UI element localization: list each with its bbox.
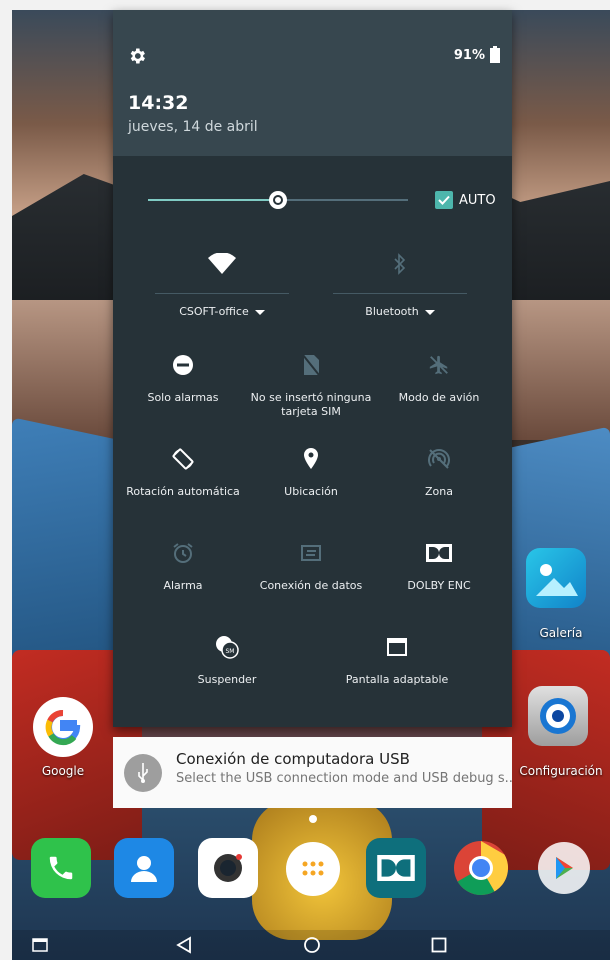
auto-rotate-icon <box>172 448 194 470</box>
chrome-icon <box>454 841 509 896</box>
auto-label: AUTO <box>459 192 496 208</box>
tile-alarm[interactable]: Alarma <box>118 538 248 618</box>
tile-label: Ubicación <box>284 485 338 498</box>
battery-icon <box>490 46 500 63</box>
back-icon[interactable] <box>175 936 193 954</box>
play-store-app[interactable] <box>538 842 590 894</box>
bluetooth-icon <box>394 253 406 275</box>
contacts-app[interactable] <box>114 838 174 898</box>
tile-label: Pantalla adaptable <box>345 673 449 686</box>
shade-header: 91% 14:32 jueves, 14 de abril <box>113 10 512 156</box>
bluetooth-label: Bluetooth <box>365 305 419 318</box>
tile-solo-alarmas[interactable]: Solo alarmas <box>118 350 248 430</box>
gallery-icon <box>536 564 578 596</box>
gallery-app-icon[interactable] <box>526 548 586 608</box>
divider <box>155 293 289 294</box>
wifi-icon <box>208 253 236 274</box>
chevron-down-icon <box>254 309 265 315</box>
auto-brightness-toggle[interactable]: AUTO <box>435 191 496 209</box>
location-icon <box>304 448 318 469</box>
google-icon <box>45 710 81 746</box>
app-drawer-icon <box>302 861 324 876</box>
contacts-icon <box>131 856 157 882</box>
notification-shade: 91% 14:32 jueves, 14 de abril AUTO CSOFT… <box>113 10 512 727</box>
brightness-slider-thumb[interactable] <box>266 188 290 212</box>
chevron-down-icon <box>424 309 435 315</box>
chrome-app[interactable] <box>451 838 511 898</box>
page-indicator <box>309 815 317 823</box>
do-not-disturb-icon <box>173 355 193 375</box>
home-icon[interactable] <box>303 936 321 954</box>
recent-apps-small-icon[interactable] <box>32 938 48 952</box>
dolby-icon <box>426 544 452 562</box>
tile-label: Alarma <box>163 579 203 592</box>
tile-label: No se insertó ninguna tarjeta SIM <box>250 391 372 418</box>
bluetooth-tile[interactable]: Bluetooth <box>333 246 467 332</box>
tile-label: Conexión de datos <box>259 579 363 592</box>
wifi-tile[interactable]: CSOFT-office <box>155 246 289 332</box>
sleep-icon: SM <box>216 636 239 659</box>
airplane-icon <box>429 355 448 375</box>
notification-body: Select the USB connection mode and USB d… <box>176 771 513 786</box>
tile-adaptive-display[interactable]: Pantalla adaptable <box>332 632 462 712</box>
no-sim-icon <box>302 354 320 376</box>
phone-icon <box>49 856 73 880</box>
overview-icon[interactable] <box>431 937 447 953</box>
tile-location[interactable]: Ubicación <box>246 444 376 524</box>
battery-status: 91% <box>453 46 500 63</box>
settings-icon <box>540 698 576 734</box>
tile-label: DOLBY ENC <box>407 579 471 592</box>
usb-notification[interactable]: Conexión de computadora USB Select the U… <box>113 737 513 808</box>
tile-data-connection[interactable]: Conexión de datos <box>246 538 376 618</box>
phone-app[interactable] <box>31 838 91 898</box>
brightness-fill <box>148 199 278 201</box>
tile-sleep[interactable]: SM Suspender <box>162 632 292 712</box>
tile-airplane-mode[interactable]: Modo de avión <box>374 350 504 430</box>
app-label-google: Google <box>41 764 85 778</box>
bluetooth-dropdown[interactable]: Bluetooth <box>333 305 467 318</box>
divider <box>333 293 467 294</box>
gear-icon[interactable] <box>127 46 147 66</box>
dolby-app-icon <box>377 855 415 881</box>
wifi-network-label: CSOFT-office <box>179 305 249 318</box>
tile-no-sim[interactable]: No se insertó ninguna tarjeta SIM <box>246 350 376 430</box>
tile-label: Zona <box>425 485 453 498</box>
settings-app-icon[interactable] <box>528 686 588 746</box>
tile-label: Rotación automática <box>126 485 240 498</box>
battery-percent: 91% <box>453 48 485 63</box>
navigation-bar <box>12 930 610 960</box>
camera-icon <box>214 854 242 882</box>
data-connection-icon <box>301 545 321 561</box>
app-label-settings: Configuración <box>519 764 603 778</box>
alarm-icon <box>173 543 193 563</box>
hotspot-icon <box>428 449 450 469</box>
app-drawer[interactable] <box>286 842 340 896</box>
notification-title: Conexión de computadora USB <box>176 750 410 768</box>
tile-dolby[interactable]: DOLBY ENC <box>374 538 504 618</box>
checkbox-checked-icon <box>435 191 453 209</box>
tile-label: Suspender <box>197 673 257 686</box>
adaptive-display-icon <box>387 638 407 656</box>
play-store-icon <box>556 857 573 879</box>
clock: 14:32 <box>128 92 189 114</box>
svg-text:SM: SM <box>226 648 235 655</box>
tile-auto-rotate[interactable]: Rotación automática <box>118 444 248 524</box>
google-app-icon[interactable] <box>33 697 93 757</box>
wifi-network-dropdown[interactable]: CSOFT-office <box>155 305 289 318</box>
tile-label: Modo de avión <box>398 391 480 404</box>
camera-app[interactable] <box>198 838 258 898</box>
tile-hotspot[interactable]: Zona <box>374 444 504 524</box>
usb-icon <box>124 754 162 792</box>
dolby-app[interactable] <box>366 838 426 898</box>
date: jueves, 14 de abril <box>128 119 258 135</box>
app-label-gallery: Galería <box>539 626 583 640</box>
tile-label: Solo alarmas <box>147 391 219 404</box>
